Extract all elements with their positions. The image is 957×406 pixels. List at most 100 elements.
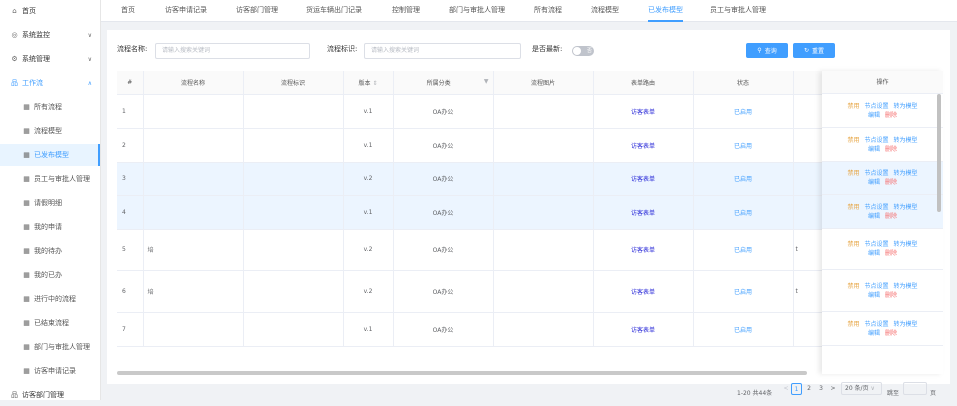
sidebar-item-dept-approver[interactable]: ▦ 部门与审批人管理 bbox=[0, 336, 100, 358]
delete-button[interactable]: 删除 bbox=[885, 178, 897, 187]
process-name-input[interactable]: 请输入搜索关键词 bbox=[155, 43, 310, 59]
sidebar-item-process-model[interactable]: ▦ 流程模型 bbox=[0, 120, 100, 142]
reset-button[interactable]: ↻ 重置 bbox=[793, 43, 835, 58]
edit-button[interactable]: 编辑 bbox=[868, 178, 880, 187]
tab-all-processes[interactable]: 所有流程 bbox=[534, 0, 562, 22]
ops-row: 禁用 节点设置 转为模型 编辑 删除 bbox=[822, 270, 943, 312]
edit-button[interactable]: 编辑 bbox=[868, 291, 880, 300]
row-route-link[interactable]: 访客表单 bbox=[593, 128, 694, 163]
node-settings-button[interactable]: 节点设置 bbox=[864, 102, 888, 111]
node-settings-button[interactable]: 节点设置 bbox=[864, 136, 888, 145]
process-name-label: 流程名称: bbox=[117, 45, 148, 53]
to-model-button[interactable]: 转为模型 bbox=[894, 136, 918, 145]
sidebar-item-staff-approver[interactable]: ▦ 员工与审批人管理 bbox=[0, 168, 100, 190]
disable-button[interactable]: 禁用 bbox=[847, 136, 859, 145]
node-settings-button[interactable]: 节点设置 bbox=[864, 320, 888, 329]
delete-button[interactable]: 删除 bbox=[885, 111, 897, 120]
disable-button[interactable]: 禁用 bbox=[847, 282, 859, 291]
disable-button[interactable]: 禁用 bbox=[847, 320, 859, 329]
node-settings-button[interactable]: 节点设置 bbox=[864, 203, 888, 212]
prev-page-button[interactable]: < bbox=[781, 383, 791, 395]
row-route-link[interactable]: 访客表单 bbox=[593, 270, 694, 313]
sidebar-item-visitor-dept[interactable]: 品访客部门管理 bbox=[0, 384, 100, 406]
sidebar-item-system-monitor[interactable]: ◎ 系统监控 ∨ bbox=[0, 24, 100, 46]
page-1[interactable]: 1 bbox=[791, 383, 802, 395]
sidebar-item-visitor-records[interactable]: ▦ 访客申请记录 bbox=[0, 360, 100, 382]
node-settings-button[interactable]: 节点设置 bbox=[864, 169, 888, 178]
tab-control[interactable]: 控制管理 bbox=[392, 0, 420, 22]
sidebar-item-published-model[interactable]: ▦ 已发布模型 bbox=[0, 144, 100, 166]
tab-visitor-dept[interactable]: 访客部门管理 bbox=[236, 0, 278, 22]
vertical-scrollbar[interactable] bbox=[937, 94, 941, 212]
row-route-link[interactable]: 访客表单 bbox=[593, 162, 694, 196]
to-model-button[interactable]: 转为模型 bbox=[894, 240, 918, 249]
row-name-cell bbox=[143, 128, 244, 163]
col-header-version[interactable]: 版本 ⇕ bbox=[343, 71, 394, 95]
query-button[interactable]: ⚲ 查询 bbox=[746, 43, 788, 58]
delete-button[interactable]: 删除 bbox=[885, 145, 897, 154]
home-icon: ⌂ bbox=[12, 7, 17, 15]
delete-button[interactable]: 删除 bbox=[885, 249, 897, 258]
tab-process-model[interactable]: 流程模型 bbox=[591, 0, 619, 22]
to-model-button[interactable]: 转为模型 bbox=[894, 282, 918, 291]
disable-button[interactable]: 禁用 bbox=[847, 102, 859, 111]
sidebar-item-all-processes[interactable]: ▦ 所有流程 bbox=[0, 96, 100, 118]
tab-vehicle-exit[interactable]: 货运车辆出门记录 bbox=[306, 0, 362, 22]
ops-row: 禁用 节点设置 转为模型 编辑 删除 bbox=[822, 94, 943, 128]
sidebar-item-my-applications[interactable]: ▦ 我的申请 bbox=[0, 216, 100, 238]
to-model-button[interactable]: 转为模型 bbox=[894, 102, 918, 111]
row-version: v.1 bbox=[343, 94, 394, 129]
tab-dept-approver[interactable]: 部门与审批人管理 bbox=[449, 0, 505, 22]
latest-switch[interactable]: 否 bbox=[572, 46, 594, 56]
edit-button[interactable]: 编辑 bbox=[868, 329, 880, 338]
node-settings-button[interactable]: 节点设置 bbox=[864, 282, 888, 291]
sidebar-item-home[interactable]: ⌂ 首页 bbox=[0, 0, 100, 22]
tab-published-model[interactable]: 已发布模型 bbox=[648, 0, 683, 22]
ops-header: 操作 bbox=[822, 71, 943, 94]
sidebar-item-my-todo[interactable]: ▦ 我的待办 bbox=[0, 240, 100, 262]
sidebar-item-finished[interactable]: ▦ 已结束流程 bbox=[0, 312, 100, 334]
page-2[interactable]: 2 bbox=[804, 383, 814, 395]
scrollbar-thumb[interactable] bbox=[117, 371, 807, 375]
disable-button[interactable]: 禁用 bbox=[847, 169, 859, 178]
ops-row: 禁用 节点设置 转为模型 编辑 删除 bbox=[822, 229, 943, 270]
sidebar-item-running[interactable]: ▦ 进行中的流程 bbox=[0, 288, 100, 310]
tab-home[interactable]: 首页 bbox=[121, 0, 135, 22]
sidebar-item-workflow[interactable]: 品工作流 ∧ bbox=[0, 72, 100, 94]
list-icon: ▦ bbox=[23, 175, 30, 183]
page-3[interactable]: 3 bbox=[816, 383, 826, 395]
delete-button[interactable]: 删除 bbox=[885, 329, 897, 338]
row-route-link[interactable]: 访客表单 bbox=[593, 195, 694, 230]
tab-staff-approver[interactable]: 员工与审批人管理 bbox=[710, 0, 766, 22]
edit-button[interactable]: 编辑 bbox=[868, 111, 880, 120]
edit-button[interactable]: 编辑 bbox=[868, 145, 880, 154]
tab-visitor-records[interactable]: 访客申请记录 bbox=[165, 0, 207, 22]
delete-button[interactable]: 删除 bbox=[885, 212, 897, 221]
to-model-button[interactable]: 转为模型 bbox=[894, 203, 918, 212]
next-page-button[interactable]: > bbox=[828, 383, 838, 395]
node-settings-button[interactable]: 节点设置 bbox=[864, 240, 888, 249]
row-index: 3 bbox=[117, 162, 144, 196]
disable-button[interactable]: 禁用 bbox=[847, 203, 859, 212]
disable-button[interactable]: 禁用 bbox=[847, 240, 859, 249]
sort-icon[interactable]: ⇕ bbox=[372, 80, 377, 87]
row-name-cell: 培 bbox=[143, 229, 244, 271]
pagination-summary: 1-20 共44条 bbox=[737, 389, 773, 397]
row-route-link[interactable]: 访客表单 bbox=[593, 94, 694, 129]
sidebar-item-leave-detail[interactable]: ▦ 请假明细 bbox=[0, 192, 100, 214]
edit-button[interactable]: 编辑 bbox=[868, 212, 880, 221]
page-size-select[interactable]: 20 条/页 ∨ bbox=[841, 382, 882, 395]
jump-page-input[interactable] bbox=[903, 382, 927, 395]
horizontal-scrollbar[interactable] bbox=[117, 371, 932, 375]
edit-button[interactable]: 编辑 bbox=[868, 249, 880, 258]
col-header-category[interactable]: 所属分类 ▼ bbox=[393, 71, 494, 95]
sidebar-item-system-manage[interactable]: ⚙ 系统管理 ∨ bbox=[0, 48, 100, 70]
row-route-link[interactable]: 访客表单 bbox=[593, 229, 694, 271]
row-route-link[interactable]: 访客表单 bbox=[593, 312, 694, 347]
to-model-button[interactable]: 转为模型 bbox=[894, 320, 918, 329]
process-key-input[interactable]: 请输入搜索关键词 bbox=[364, 43, 521, 59]
filter-icon[interactable]: ▼ bbox=[484, 78, 489, 85]
delete-button[interactable]: 删除 bbox=[885, 291, 897, 300]
to-model-button[interactable]: 转为模型 bbox=[894, 169, 918, 178]
sidebar-item-my-done[interactable]: ▦ 我的已办 bbox=[0, 264, 100, 286]
